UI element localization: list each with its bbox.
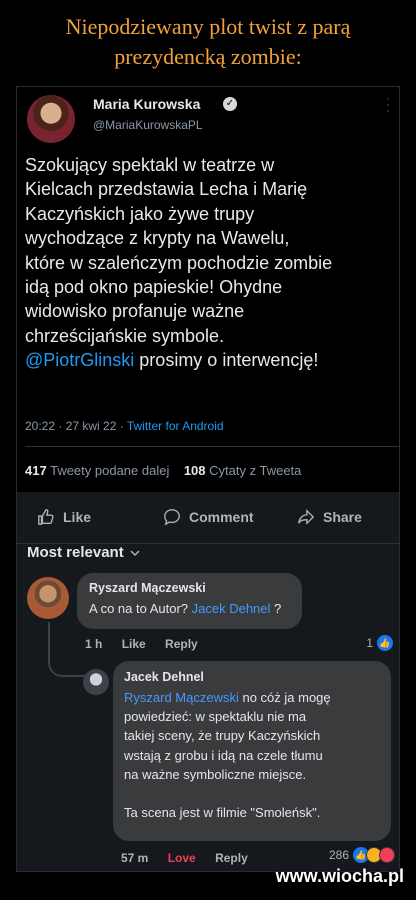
tagged-user-link[interactable]: Jacek Dehnel (192, 601, 271, 616)
site-watermark: www.wiocha.pl (275, 866, 404, 886)
tweet-body: Szokujący spektakl w teatrze w Kielcach … (25, 155, 333, 346)
like-label: Like (63, 509, 92, 525)
reply-avatar[interactable] (83, 669, 109, 695)
love-reaction-icon (379, 847, 395, 863)
page-title-line1: Niepodziewany plot twist z parą (65, 14, 351, 39)
reaction-count: 286 (328, 848, 349, 862)
author-name[interactable]: Maria Kurowska (93, 96, 200, 112)
reply-reply-button[interactable]: Reply (215, 851, 248, 865)
author-handle[interactable]: @MariaKurowskaPL (93, 118, 203, 132)
more-options-icon[interactable]: · · · (385, 92, 391, 116)
comment-like-button[interactable]: Like (122, 637, 146, 651)
divider (25, 446, 399, 447)
quote-label[interactable]: Cytaty z Tweeta (209, 463, 301, 478)
reply-author[interactable]: Jacek Dehnel (124, 670, 380, 684)
reply-bubble: Jacek Dehnel Ryszard Mączewski no cóż ja… (113, 661, 391, 841)
comment-meta: 1 h Like Reply (85, 637, 214, 651)
reply-meta: 57 m Love Reply (121, 851, 264, 865)
comment-time[interactable]: 1 h (85, 637, 102, 651)
like-reaction-icon: 👍 (377, 635, 393, 651)
comment-text-end: ? (270, 601, 282, 616)
like-button[interactable]: Like (37, 508, 91, 526)
reply-love-button[interactable]: Love (168, 851, 196, 865)
comment-button[interactable]: Comment (163, 508, 254, 526)
verified-icon: ✓ (223, 97, 237, 111)
comment-reactions[interactable]: 1 👍 (366, 635, 393, 651)
quote-count[interactable]: 108 (184, 463, 206, 478)
share-button[interactable]: Share (297, 508, 362, 526)
retweet-count[interactable]: 417 (25, 463, 47, 478)
commenter-avatar[interactable] (27, 577, 69, 619)
comment-author[interactable]: Ryszard Mączewski (89, 581, 290, 595)
comment-reply-button[interactable]: Reply (165, 637, 198, 651)
share-icon (298, 509, 315, 525)
comment-text: A co na to Autor? Jacek Dehnel ? (89, 599, 290, 618)
reply-time[interactable]: 57 m (121, 851, 148, 865)
screenshot-frame: Maria Kurowska ✓ @MariaKurowskaPL · · · Sz… (16, 86, 400, 872)
share-label: Share (323, 509, 362, 525)
reply-thread-line (48, 622, 88, 677)
tweet-card: Maria Kurowska ✓ @MariaKurowskaPL · · · Sz… (17, 87, 399, 492)
page-title: Niepodziewany plot twist z parą prezyden… (0, 12, 416, 72)
comment-text-start: A co na to Autor? (89, 601, 192, 616)
retweet-label[interactable]: Tweety podane dalej (50, 463, 169, 478)
comment-icon (164, 509, 180, 526)
page-title-line2: prezydencką zombie: (114, 44, 302, 69)
tweet-text: Szokujący spektakl w teatrze w Kielcach … (25, 153, 399, 373)
thumbs-up-icon (38, 509, 54, 525)
author-avatar[interactable] (27, 95, 75, 143)
reaction-count: 1 (366, 636, 373, 650)
tweet-timestamp[interactable]: 20:22 · 27 kwi 22 · (25, 419, 127, 433)
action-bar: Like Comment Share (17, 492, 399, 544)
tagged-user-link[interactable]: Ryszard Mączewski (124, 690, 239, 705)
tweet-meta: 20:22 · 27 kwi 22 · Twitter for Android (25, 419, 224, 433)
tweet-body-end: prosimy o interwencję! (134, 350, 319, 371)
mention-link[interactable]: @PiotrGlinski (25, 350, 134, 370)
sort-dropdown[interactable]: Most relevant (27, 544, 140, 561)
tweet-source[interactable]: Twitter for Android (127, 419, 224, 433)
comment-label: Comment (189, 509, 254, 525)
chevron-down-icon (130, 549, 140, 556)
tweet-stats: 417 Tweety podane dalej 108 Cytaty z Twe… (25, 463, 301, 478)
reply-text-body: no cóż ja mogę powiedzieć: w spektaklu n… (124, 690, 331, 821)
reply-text: Ryszard Mączewski no cóż ja mogę powiedz… (124, 688, 380, 822)
comment-bubble: Ryszard Mączewski A co na to Autor? Jace… (77, 573, 302, 629)
reply-reactions[interactable]: 286 👍 (329, 847, 395, 863)
sort-label: Most relevant (27, 544, 124, 561)
